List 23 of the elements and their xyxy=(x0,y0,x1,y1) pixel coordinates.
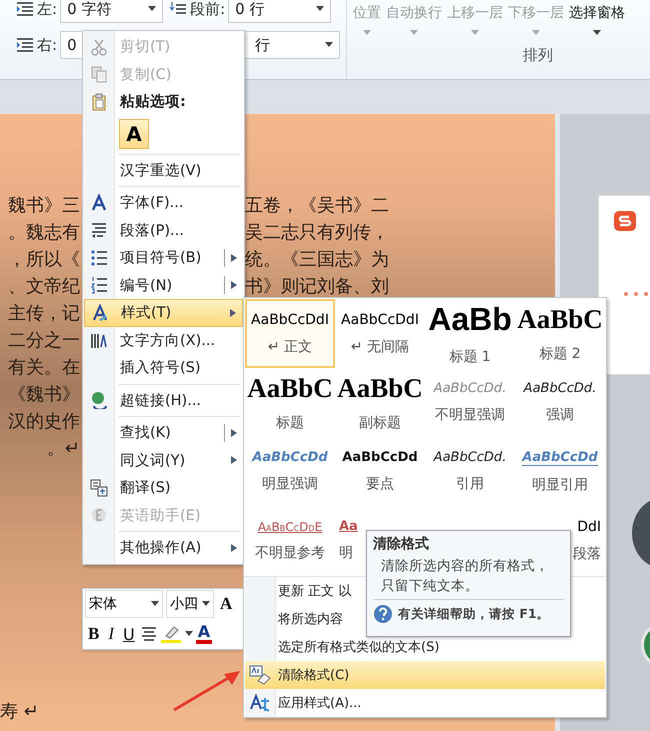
help-text: 有关详细帮助，请按 F1。 xyxy=(398,606,550,622)
document-text: 主传，记 xyxy=(8,302,80,326)
document-text: 寿 ↵ xyxy=(0,700,40,723)
document-text: 书》则记刘备、刘 xyxy=(245,275,389,299)
group-label: 排列 xyxy=(523,46,553,65)
document-text: 。魏志有 xyxy=(8,221,80,245)
document-text: 有关。在 xyxy=(8,356,80,380)
document-text: 汉的史作 xyxy=(8,410,80,434)
document-text: 吴二志只有列传， xyxy=(245,221,389,245)
field-label: 右: xyxy=(37,36,58,54)
document-text: 《魏书》 xyxy=(8,383,80,407)
document-text: 统。《三国志》为 xyxy=(245,248,389,272)
tooltip-title: 清除格式 xyxy=(373,535,429,553)
document-text: 魏书》三 xyxy=(8,194,80,218)
document-text: 、文帝纪 xyxy=(8,275,80,299)
document-text: 。↵ xyxy=(46,437,80,461)
menu-header: 粘贴选项: xyxy=(84,88,243,116)
field-label: 段前: xyxy=(190,0,226,18)
field-label: 左: xyxy=(37,0,58,18)
document-text: 二分之一 xyxy=(8,329,80,353)
document-text: ，所以《 xyxy=(8,248,80,272)
document-text: 五卷，《吴书》二 xyxy=(245,194,389,218)
tooltip-text: 清除所选内容的所有格式，只留下纯文本。 xyxy=(381,557,550,596)
